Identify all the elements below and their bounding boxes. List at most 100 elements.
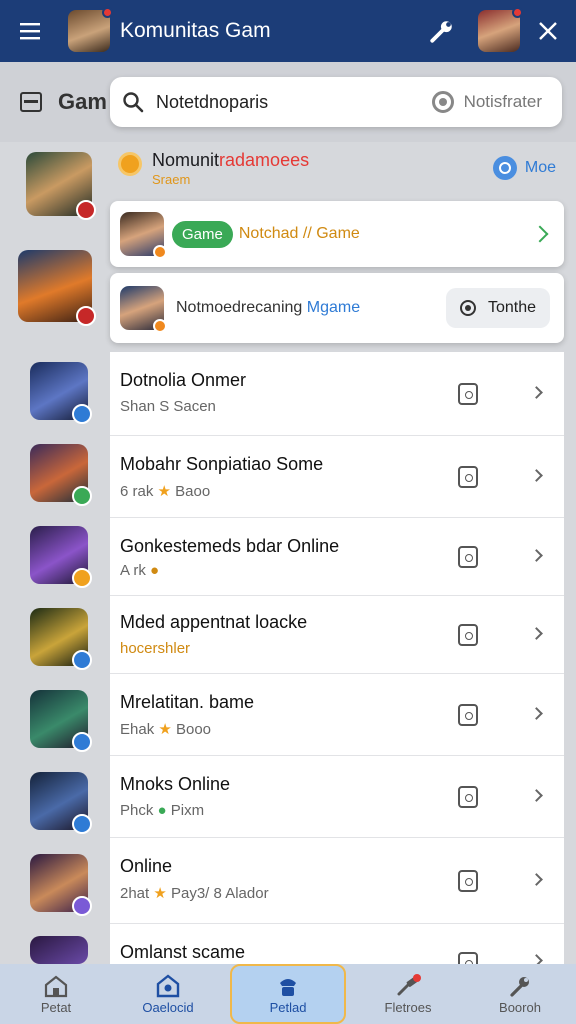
search-input[interactable]: Notetdnoparis <box>156 92 432 113</box>
chevron-right-icon <box>530 954 543 964</box>
game-thumbnail[interactable] <box>18 250 96 326</box>
notification-title-dark: Nomunit <box>152 150 220 170</box>
save-icon[interactable] <box>458 786 478 808</box>
game-thumbnail[interactable] <box>30 608 92 670</box>
item-subtitle: hocershler <box>120 640 190 657</box>
bottom-navigation: Petat Oaelocid Petlad Fletroes Booroh <box>0 964 576 1024</box>
filter-icon <box>431 91 454 113</box>
mode-button-label: Tonthe <box>487 299 536 316</box>
game-thumbnail[interactable] <box>30 444 92 506</box>
item-title: Mrelatitan. bame <box>120 692 255 712</box>
game-thumbnail[interactable] <box>30 526 92 588</box>
save-icon[interactable] <box>458 952 478 964</box>
item-tag: hocershler <box>120 640 191 657</box>
game-avatar <box>120 286 167 333</box>
mode-text: Notmoedrecaning Mgame <box>176 299 446 317</box>
item-subtitle-a: 6 rak <box>120 483 158 500</box>
save-icon[interactable] <box>458 466 478 488</box>
game-thumbnail[interactable] <box>30 772 92 834</box>
featured-game-card[interactable]: Game Notchad // Game <box>110 201 564 267</box>
nav-settings[interactable]: Booroh <box>464 964 576 1024</box>
panel-icon[interactable] <box>20 92 42 112</box>
chevron-right-icon <box>530 549 543 562</box>
background-title: Gam <box>58 89 107 114</box>
item-title: Gonkestemeds bdar Online <box>120 536 340 556</box>
nav-active[interactable]: Petlad <box>230 964 346 1024</box>
list-item[interactable]: Mobahr Sonpiatiao Some 6 rak ★ Baoo <box>110 436 564 518</box>
game-thumbnail[interactable] <box>30 362 92 424</box>
item-subtitle: 2hat ★ Pay3/ 8 Alador <box>120 884 269 902</box>
item-subtitle: 6 rak ★ Baoo <box>120 482 210 500</box>
nav-home[interactable]: Petat <box>0 964 112 1024</box>
close-icon <box>539 22 557 40</box>
item-title: Mobahr Sonpiatiao Some <box>120 454 324 474</box>
game-pill[interactable]: Game <box>172 220 233 248</box>
chevron-right-icon <box>530 873 543 886</box>
item-subtitle: A rk ● <box>120 562 159 579</box>
notification-header: Nomunitradamoees Sraem Moe <box>110 142 564 198</box>
list-item[interactable]: Omlanst scame <box>110 924 564 964</box>
chevron-right-icon <box>530 707 543 720</box>
featured-text: Notchad // Game <box>238 225 360 242</box>
save-icon[interactable] <box>458 704 478 726</box>
list-item[interactable]: Dotnolia Onmer Shan S Sacen <box>110 352 564 436</box>
game-thumbnail[interactable] <box>30 936 88 964</box>
list-item[interactable]: Gonkestemeds bdar Online A rk ● <box>110 518 564 596</box>
save-icon[interactable] <box>458 546 478 568</box>
game-thumbnail[interactable] <box>30 690 92 752</box>
badge-icon <box>153 245 167 259</box>
nav-location[interactable]: Oaelocid <box>112 964 224 1024</box>
app-bar: Komunitas Gam <box>0 0 576 62</box>
user-avatar[interactable] <box>478 7 523 52</box>
radio-icon <box>459 300 476 316</box>
notification-filter-label: Notisfrater <box>463 92 542 111</box>
star-icon: ★ <box>158 721 172 738</box>
more-button[interactable]: Moe <box>492 156 556 180</box>
search-bar[interactable]: Notetdnoparis Notisfrater <box>110 77 562 127</box>
notification-filter[interactable]: Notisfrater <box>431 91 542 113</box>
list-item[interactable]: Mnoks Online Phck ● Pixm <box>110 756 564 838</box>
online-icon: ● <box>157 802 167 819</box>
item-subtitle-a: A rk <box>120 562 151 579</box>
close-button[interactable] <box>520 0 576 62</box>
badge-icon <box>72 486 92 506</box>
nav-label: Booroh <box>499 999 541 1015</box>
chevron-right-icon <box>530 789 543 802</box>
player-icon <box>280 978 296 996</box>
item-title: Dotnolia Onmer <box>120 370 247 390</box>
list-item[interactable]: Mrelatitan. bame Ehak ★ Booo <box>110 674 564 756</box>
save-icon[interactable] <box>458 383 478 405</box>
background-thumbnail-list <box>0 142 108 964</box>
item-subtitle-a: 2hat <box>120 885 154 902</box>
item-subtitle-b: Booo <box>171 721 212 738</box>
save-icon[interactable] <box>458 624 478 646</box>
item-title: Online <box>120 856 173 876</box>
hamburger-icon <box>20 23 40 40</box>
notification-icon <box>118 152 142 176</box>
item-title: Mded appentnat loacke <box>120 612 308 632</box>
badge-icon <box>72 404 92 424</box>
mode-button[interactable]: Tonthe <box>445 288 550 328</box>
badge-icon <box>72 568 92 588</box>
menu-button[interactable] <box>0 0 60 62</box>
more-label: Moe <box>524 159 556 176</box>
nav-tools[interactable]: Fletroes <box>352 964 464 1024</box>
chevron-right-icon <box>531 225 549 243</box>
game-thumbnail[interactable] <box>26 152 96 220</box>
save-icon[interactable] <box>458 870 478 892</box>
list-item[interactable]: Mded appentnat loacke hocershler <box>110 596 564 674</box>
nav-label: Petat <box>40 999 72 1015</box>
game-thumbnail[interactable] <box>30 854 92 916</box>
wrench-icon <box>430 21 452 43</box>
more-icon <box>492 156 517 180</box>
list-item[interactable]: Online 2hat ★ Pay3/ 8 Alador <box>110 838 564 924</box>
badge-icon <box>72 896 92 916</box>
item-title: Mnoks Online <box>120 774 231 794</box>
tools-button[interactable] <box>418 7 466 55</box>
home-blue-icon <box>156 973 180 997</box>
chevron-right-icon <box>530 627 543 640</box>
mode-game-card[interactable]: Notmoedrecaning Mgame Tonthe <box>110 273 564 343</box>
badge-icon <box>76 306 96 326</box>
nav-label: Fletroes <box>384 999 432 1015</box>
item-subtitle-b: Pixm <box>166 802 205 819</box>
